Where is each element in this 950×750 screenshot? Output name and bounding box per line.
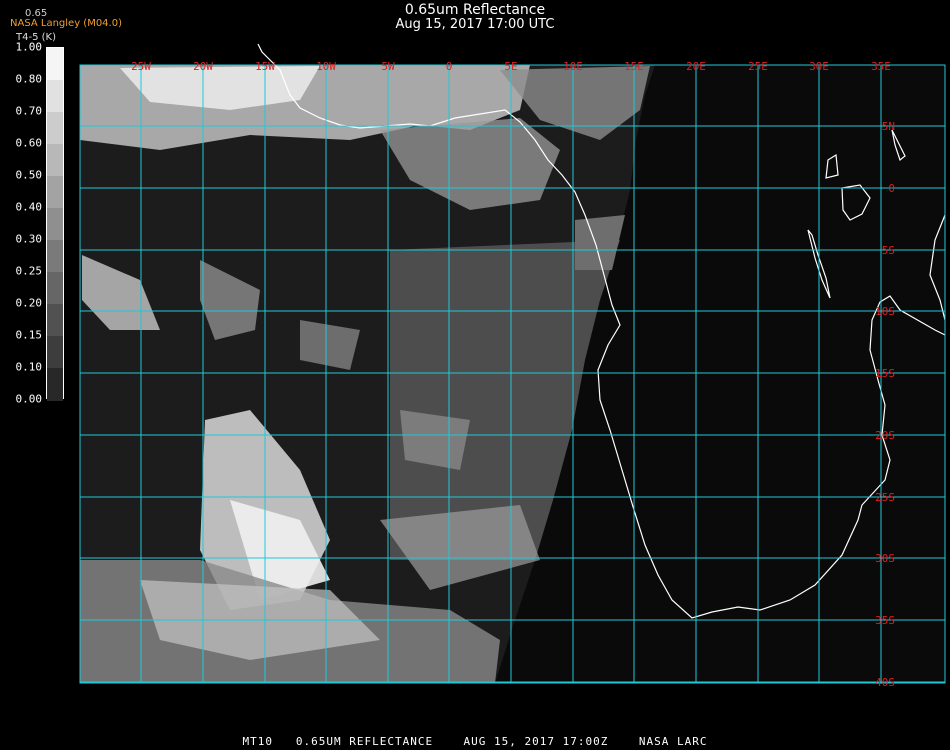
latitude-label: 20S	[875, 429, 895, 442]
latitude-label: 40S	[875, 676, 895, 689]
longitude-label: 35E	[871, 60, 891, 73]
latitude-label: 5N	[882, 120, 895, 133]
longitude-label: 5W	[381, 60, 395, 73]
latitude-label: 10S	[875, 305, 895, 318]
longitude-label: 10W	[316, 60, 336, 73]
latitude-label: 30S	[875, 552, 895, 565]
latitude-label: 5S	[882, 244, 895, 257]
latitude-label: 35S	[875, 614, 895, 627]
latitude-label: 15S	[875, 367, 895, 380]
longitude-label: 20W	[193, 60, 213, 73]
longitude-label: 30E	[809, 60, 829, 73]
latitude-label: 25S	[875, 491, 895, 504]
longitude-label: 20E	[686, 60, 706, 73]
longitude-label: 15W	[255, 60, 275, 73]
longitude-label: 5E	[504, 60, 517, 73]
cloud-patch	[400, 410, 470, 470]
longitude-label: 15E	[624, 60, 644, 73]
longitude-label: 25E	[748, 60, 768, 73]
latitude-label: 0	[888, 182, 895, 195]
satellite-map: 25W 20W 15W 10W 5W 0 5E 10E 15E 20E 25E 30E 35E 5N 0 5S…	[79, 43, 946, 689]
longitude-label: 10E	[563, 60, 583, 73]
longitude-label: 0	[446, 60, 453, 73]
longitude-label: 25W	[131, 60, 151, 73]
footer-caption: MT10 0.65UM REFLECTANCE AUG 15, 2017 17:…	[242, 735, 708, 748]
